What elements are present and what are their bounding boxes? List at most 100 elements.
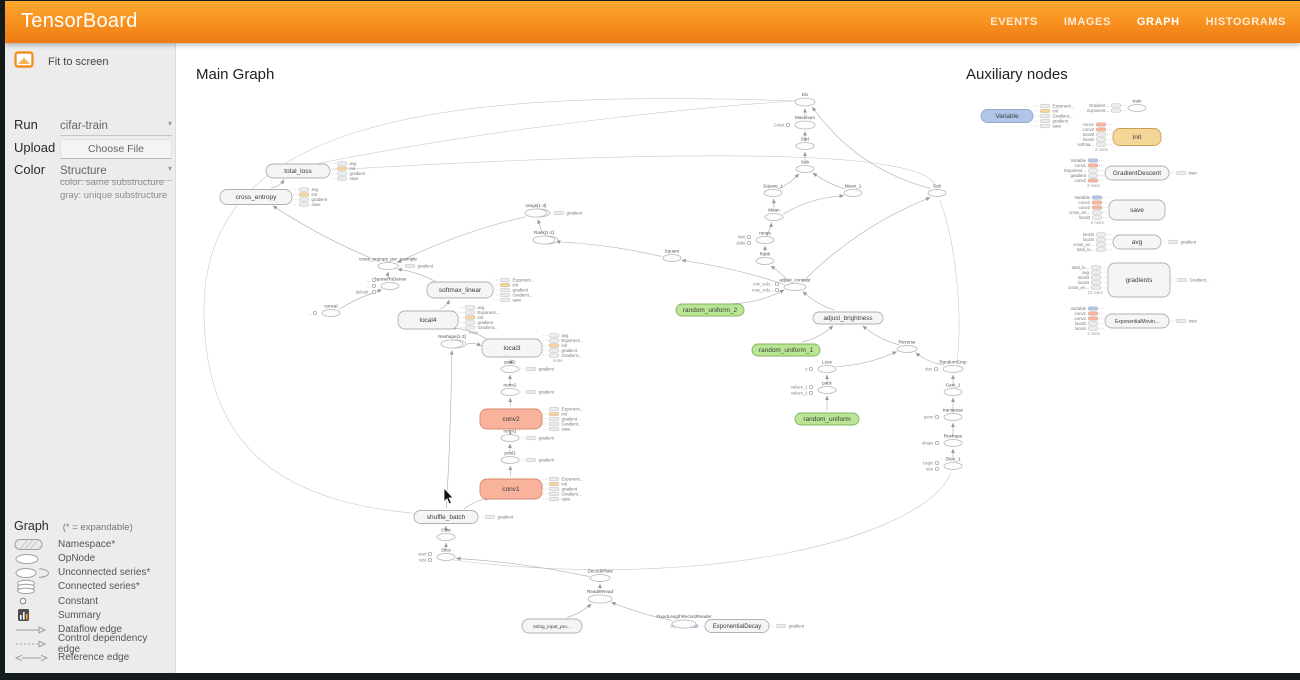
legend-item-label: Control dependency edge [58,633,172,655]
graph-node-less[interactable]: Lessy [805,360,836,373]
graph-node-square[interactable]: Square [663,249,681,262]
svg-text:save: save [350,176,360,181]
graph-node-adjust_brightness[interactable]: adjust_brightness [813,312,883,324]
summary-icon [14,608,58,622]
graph-node-norm2[interactable]: norm2gradient [501,383,555,396]
graph-node-decoderaw[interactable]: DecodeRaw [587,569,613,582]
svg-text:shape: shape [922,441,934,446]
svg-text:adjust_contrast: adjust_contrast [779,278,811,283]
svg-text:save: save [562,497,572,502]
graph-node-random_uniform_2[interactable]: random_uniform_2 [676,304,744,316]
svg-text:train: train [1189,319,1198,324]
svg-text:local4: local4 [420,317,437,324]
svg-text:Reverse: Reverse [898,340,916,345]
graph-node-aux_train[interactable]: trainGradient...Exponent... [1087,99,1146,114]
graph-node-range2[interactable]: rangelimitdelta [736,231,774,246]
graph-node-div[interactable]: Div [795,92,815,106]
graph-node-sub[interactable]: Sub [796,160,814,173]
graph-node-aux_save[interactable]: saveVariableconv1conv2cross_en...local35… [1069,195,1165,225]
graph-node-aux_ema[interactable]: ExponentialMovin...trainVariableconv1con… [1071,306,1198,336]
upload-choose-file-button[interactable]: Choose File [60,139,172,159]
graph-svg[interactable]: total_lossavginitgradientsave cross_entro… [176,43,1300,673]
legend-item-label: Reference edge [58,652,129,663]
graph-node-aux_variable[interactable]: VariableExponent...initGradient...gradie… [981,104,1074,129]
graph-node-transpose[interactable]: transposeperm [924,408,964,421]
graph-node-string_input[interactable]: string_input_pro... [522,619,582,633]
graph-node-rank12[interactable]: Rank[1-2] [533,230,558,244]
svg-text:more: more [469,330,479,335]
svg-text:limit: limit [738,235,746,240]
svg-text:Sqrt: Sqrt [801,137,810,142]
svg-text:1 more: 1 more [1087,331,1101,336]
unconnected-icon [14,567,58,579]
svg-text:Slice: Slice [441,548,451,553]
main-graph-title: Main Graph [196,66,274,83]
graph-node-shuffle_batch[interactable]: shuffle_batch gradient [414,511,514,524]
graph-node-rank2[interactable]: Rank [756,252,774,265]
svg-text:cross_entropy: cross_entropy [236,194,278,201]
graph-node-sqrt[interactable]: Sqrt [796,137,814,150]
graph-node-reshape13[interactable]: Reshape[1-3] [438,334,466,348]
svg-text:RandomCrop: RandomCrop [939,360,967,365]
graph-node-softmax_linear[interactable]: softmax_linearExponent...initgradientGra… [427,278,534,303]
fit-to-screen-label[interactable]: Fit to screen [48,56,109,68]
svg-text:3 more: 3 more [1087,183,1101,188]
graph-node-random_uniform[interactable]: random_uniform [795,413,859,425]
graph-node-mean1[interactable]: Mean_1 [844,184,862,197]
svg-text:range: range [759,231,771,236]
svg-text:pool2: pool2 [504,360,516,365]
graph-node-cast[interactable]: Cast [437,528,455,541]
graph-node-conv2[interactable]: conv2Exponent...initgradientGradient...s… [480,407,583,432]
graph-node-reverse[interactable]: Reverse [897,340,917,353]
svg-text:random_uniform_1: random_uniform_1 [759,347,814,354]
graph-node-aux_gradients[interactable]: gradientsGradient...total_lo...avglocal3… [1068,263,1210,297]
nav-tab-events[interactable]: EVENTS [990,16,1038,28]
reference-icon [14,653,58,663]
graph-node-aux_init[interactable]: initconv1conv2local3local4softma...3 mor… [1078,122,1161,152]
graph-node-random_uniform_1[interactable]: random_uniform_1 [752,344,820,356]
graph-node-conv1[interactable]: conv1Exponent...initgradientGradient...s… [480,477,583,502]
graph-node-aux_avg[interactable]: avggradientlocal3local4cross_en...total_… [1073,232,1197,252]
svg-text:shuffle_batch: shuffle_batch [427,514,466,521]
graph-node-reshape[interactable]: Reshapeshape [922,434,963,447]
svg-text:Gradient...: Gradient... [562,353,582,358]
graph-node-readerread[interactable]: ReaderRead [587,589,613,603]
graph-node-norm1[interactable]: norm1gradient [501,429,555,442]
svg-text:perm: perm [924,415,934,420]
svg-text:conv2: conv2 [502,416,520,423]
graph-node-range13[interactable]: range[1-3]gradient [525,203,583,217]
svg-text:concat: concat [324,304,338,309]
svg-text:total_loss: total_loss [284,168,312,175]
svg-text:gradient: gradient [418,264,434,269]
graph-node-cross_entropy[interactable]: cross_entropyavginitgradientsave [220,187,328,207]
graph-node-square1[interactable]: Square_1 [763,184,783,197]
graph-node-slice1[interactable]: Slice_1beginsize [923,457,962,472]
constant-icon [14,596,58,606]
legend-title: Graph [14,519,49,533]
graph-node-concat[interactable]: concat... [308,304,340,317]
nav-tab-histograms[interactable]: HISTOGRAMS [1206,16,1286,28]
svg-text:gradient: gradient [498,515,514,520]
graph-node-total_loss[interactable]: total_lossavginitgradientsave [266,161,366,181]
run-select[interactable]: cifar-train ▾ [60,118,172,136]
svg-text:Square_1: Square_1 [763,184,783,189]
nav-tab-graph[interactable]: GRAPH [1137,16,1180,28]
graph-node-aux_gd[interactable]: GradientDescenttrainVariableconv1Exponen… [1064,158,1197,188]
graph-node-pool2[interactable]: pool2gradient [501,360,555,373]
graph-node-pool1[interactable]: pool1gradient [501,451,555,464]
graph-node-sub2[interactable]: Sub [928,184,946,197]
graph-node-cepe[interactable]: cross_entropy_per_examplegradient [359,257,434,270]
graph-node-local4[interactable]: local4avgExponent...initgradientGradient… [398,305,499,335]
graph-node-adjust_contrast[interactable]: adjust_contrastmin_valu...max_valu... [752,278,811,293]
svg-text:Mean: Mean [768,208,780,213]
graph-node-mean[interactable]: Mean [765,208,783,221]
graph-node-cast1[interactable]: Cast_1 [944,383,962,396]
graph-node-local3[interactable]: local3avgExponent...initgradientGradient… [482,333,583,363]
graph-node-sparse[interactable]: SparseToDense......default_ [356,277,407,295]
fit-to-screen-icon[interactable] [14,51,34,73]
nav-tab-images[interactable]: IMAGES [1064,16,1111,28]
graph-node-pack[interactable]: packvalues_1values_2 [791,381,836,396]
graph-node-maximum[interactable]: MaximumConst [774,115,816,129]
svg-text:save: save [1130,207,1144,214]
graph-node-slice[interactable]: Slicestartsize [418,548,455,563]
